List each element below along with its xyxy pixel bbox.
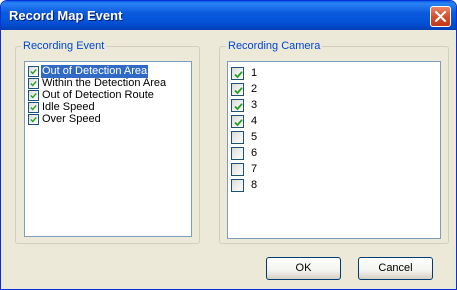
ok-button[interactable]: OK [266,257,341,280]
event-checkbox[interactable] [28,66,39,77]
event-checkbox[interactable] [28,78,39,89]
recording-camera-list[interactable]: 1 2 3 4 5 6 7 8 [227,61,441,239]
camera-checkbox[interactable] [231,114,244,128]
camera-list-item[interactable]: 7 [231,161,437,177]
camera-label: 6 [251,146,258,159]
camera-checkbox[interactable] [231,146,244,160]
cancel-button[interactable]: Cancel [358,257,433,280]
camera-list-item[interactable]: 2 [231,81,437,97]
camera-label: 4 [251,114,258,127]
camera-checkbox[interactable] [231,98,244,112]
camera-list-item[interactable]: 6 [231,145,437,161]
checkmark-icon [30,92,37,99]
checkmark-icon [234,102,243,110]
checkmark-icon [234,118,243,126]
recording-camera-legend: Recording Camera [226,40,323,52]
camera-label: 1 [251,66,258,79]
title-bar[interactable]: Record Map Event [1,1,456,30]
dialog-title: Record Map Event [9,8,123,23]
camera-list-item[interactable]: 5 [231,129,437,145]
recording-event-group: Recording Event Out of Detection Area Wit… [15,40,200,244]
camera-label: 7 [251,162,258,175]
checkmark-icon [30,80,37,87]
close-icon [435,11,446,22]
camera-checkbox[interactable] [231,178,244,192]
recording-camera-group: Recording Camera 1 2 3 4 5 6 7 8 [219,40,449,244]
camera-list-item[interactable]: 3 [231,97,437,113]
camera-label: 8 [251,178,258,191]
recording-event-legend: Recording Event [21,40,107,52]
event-label: Over Speed [42,113,101,125]
camera-list-item[interactable]: 4 [231,113,437,129]
camera-checkbox[interactable] [231,130,244,144]
record-map-event-dialog: Record Map Event Recording Event Out of … [0,0,457,290]
camera-label: 3 [251,98,258,111]
camera-checkbox[interactable] [231,82,244,96]
event-checkbox[interactable] [28,114,39,125]
camera-list-item[interactable]: 8 [231,177,437,193]
event-list-item[interactable]: Over Speed [28,113,188,126]
checkmark-icon [234,70,243,78]
event-checkbox[interactable] [28,90,39,101]
checkmark-icon [30,68,37,75]
camera-checkbox[interactable] [231,66,244,80]
checkmark-icon [234,86,243,94]
camera-label: 5 [251,130,258,143]
recording-event-list[interactable]: Out of Detection Area Within the Detectio… [24,61,192,237]
camera-checkbox[interactable] [231,162,244,176]
camera-list-item[interactable]: 1 [231,65,437,81]
dialog-body: Recording Event Out of Detection Area Wit… [5,30,452,285]
event-checkbox[interactable] [28,102,39,113]
camera-label: 2 [251,82,258,95]
checkmark-icon [30,116,37,123]
close-button[interactable] [430,6,451,27]
checkmark-icon [30,104,37,111]
